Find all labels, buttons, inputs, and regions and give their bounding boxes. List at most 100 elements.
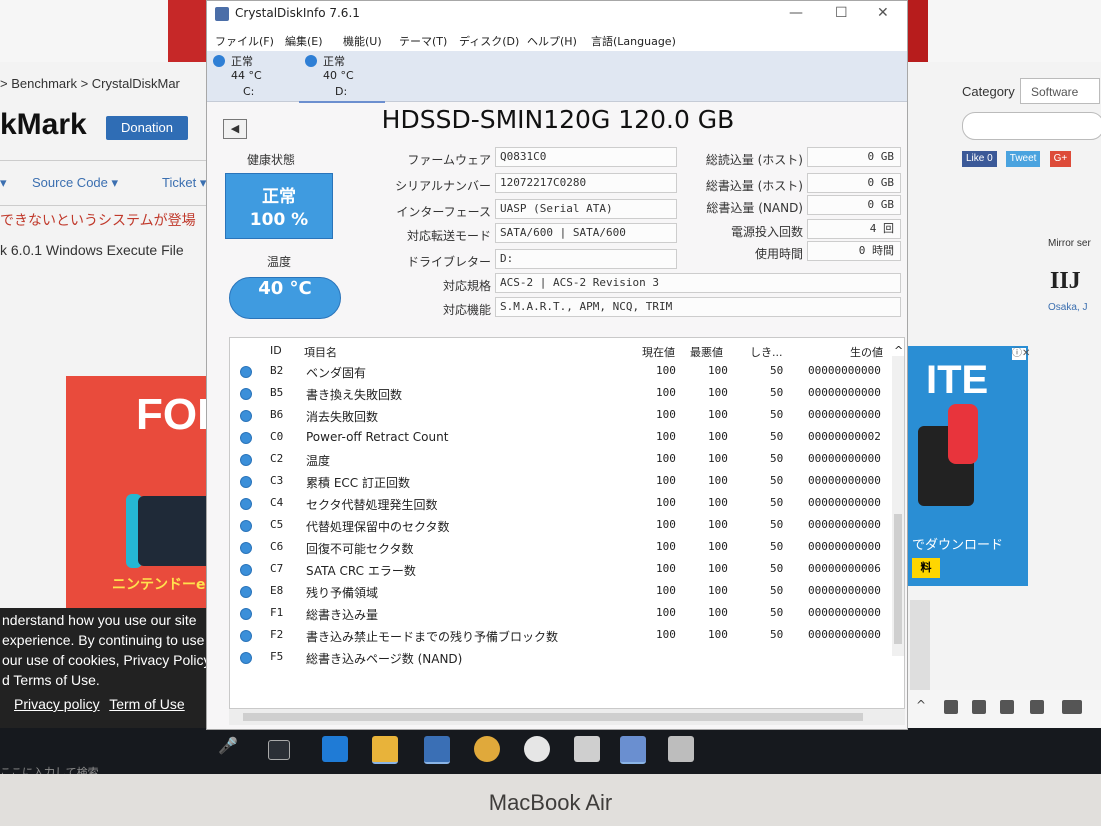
column-header-current[interactable]: 現在値 <box>642 344 675 360</box>
battery-icon[interactable] <box>944 700 958 714</box>
notice-text: できないというシステムが登場 <box>0 213 196 229</box>
volume-icon[interactable] <box>1000 700 1014 714</box>
crystaldiskmark-icon[interactable] <box>574 736 600 762</box>
gplus-button[interactable]: G+ <box>1049 151 1072 167</box>
worst-value: 100 <box>708 474 728 487</box>
pen-icon[interactable] <box>1030 700 1044 714</box>
category-select[interactable]: Software <box>1020 78 1100 104</box>
site-title[interactable]: kMark <box>0 108 87 142</box>
menu-edit[interactable]: 編集(E) <box>285 33 323 49</box>
table-row[interactable]: E8 残り予備領域 100 100 50 00000000000 <box>230 582 904 602</box>
table-row[interactable]: B5 書き換え失敗回数 100 100 50 00000000000 <box>230 384 904 404</box>
breadcrumb[interactable]: > Benchmark > CrystalDiskMar <box>0 76 180 91</box>
serial-value: 12072217C0280 <box>495 173 677 193</box>
threshold-value: 50 <box>770 496 784 509</box>
store-icon[interactable] <box>424 736 450 764</box>
raw-value: 00000000000 <box>808 606 881 619</box>
page-scrollbar[interactable] <box>910 600 930 690</box>
menu-disk[interactable]: ディスク(D) <box>459 33 519 49</box>
column-header-raw[interactable]: 生の値 <box>850 344 883 360</box>
download-link[interactable]: k 6.0.1 Windows Execute File <box>0 242 184 258</box>
attribute-name: 温度 <box>306 454 331 468</box>
task-view-icon[interactable] <box>268 740 290 760</box>
column-header-worst[interactable]: 最悪値 <box>690 344 723 360</box>
column-header-threshold[interactable]: しき... <box>750 344 783 360</box>
column-header-id[interactable]: ID <box>270 344 282 357</box>
table-row[interactable]: C4 セクタ代替処理発生回数 100 100 50 00000000000 <box>230 494 904 514</box>
menu-file[interactable]: ファイル(F) <box>215 33 274 49</box>
table-row[interactable]: C7 SATA CRC エラー数 100 100 50 00000000006 <box>230 560 904 580</box>
raw-value: 00000000000 <box>808 518 881 531</box>
minimize-button[interactable]: — <box>789 5 803 21</box>
temperature-button[interactable]: 40 °C <box>229 277 341 319</box>
chevron-up-icon[interactable]: ^ <box>916 698 930 712</box>
scrollbar-thumb[interactable] <box>243 713 863 721</box>
maximize-button[interactable]: ☐ <box>835 5 848 21</box>
threshold-value: 50 <box>770 408 784 421</box>
column-header-name[interactable]: 項目名 <box>304 344 337 360</box>
site-search-input[interactable] <box>962 112 1101 140</box>
status-good-icon <box>240 564 252 576</box>
crystaldiskinfo-icon[interactable] <box>620 736 646 764</box>
status-good-icon <box>240 432 252 444</box>
nav-ticket[interactable]: Ticket ▾ <box>162 175 206 191</box>
cookie-text: experience. By continuing to use <box>2 632 205 648</box>
file-explorer-icon[interactable] <box>372 736 398 764</box>
table-row[interactable]: C2 温度 100 100 50 00000000000 <box>230 450 904 470</box>
host-reads-value: 0 GB <box>807 147 901 167</box>
iij-logo[interactable]: IIJ <box>1050 268 1081 295</box>
ad-close-icon[interactable]: ⓘ✕ <box>1012 348 1030 360</box>
tweet-button[interactable]: Tweet <box>1005 151 1041 167</box>
attribute-id: C2 <box>270 452 284 465</box>
drive-c-button[interactable]: 正常 44 °C C: <box>207 51 293 101</box>
laptop-label: MacBook Air <box>488 790 613 815</box>
temperature-label: 温度 <box>267 255 292 269</box>
worst-value: 100 <box>708 496 728 509</box>
status-good-icon <box>305 55 317 67</box>
status-good-icon <box>240 476 252 488</box>
wifi-icon[interactable] <box>972 700 986 714</box>
table-row[interactable]: F2 書き込み禁止モードまでの残り予備ブロック数 100 100 50 000000000… <box>230 626 904 646</box>
current-value: 100 <box>656 496 676 509</box>
crystaldiskinfo-window: CrystalDiskInfo 7.6.1 — ☐ ✕ ファイル(F) 編集(E… <box>206 0 908 730</box>
nav-dropdown-icon[interactable]: ▾ <box>0 175 7 191</box>
health-status-button[interactable]: 正常 100 % <box>225 173 333 239</box>
mic-icon[interactable]: 🎤 <box>218 736 238 762</box>
table-row[interactable]: C5 代替処理保留中のセクタ数 100 100 50 00000000000 <box>230 516 904 536</box>
table-row[interactable]: B6 消去失敗回数 100 100 50 00000000000 <box>230 406 904 426</box>
menu-function[interactable]: 機能(U) <box>343 33 382 49</box>
like-button[interactable]: Like 0 <box>962 151 997 167</box>
threshold-value: 50 <box>770 518 784 531</box>
table-row[interactable]: C3 累積 ECC 訂正回数 100 100 50 00000000000 <box>230 472 904 492</box>
keyboard-icon[interactable] <box>1062 700 1082 714</box>
attribute-name: 書き込み禁止モードまでの残り予備ブロック数 <box>306 630 559 644</box>
drive-letter: D: <box>335 85 348 98</box>
menu-help[interactable]: ヘルプ(H) <box>527 33 577 49</box>
drive-letter-value: D: <box>495 249 677 269</box>
donation-button[interactable]: Donation <box>106 116 188 140</box>
worst-value: 100 <box>708 430 728 443</box>
menu-language[interactable]: 言語(Language) <box>591 33 676 49</box>
nav-source-code[interactable]: Source Code ▾ <box>32 175 118 191</box>
edge-icon[interactable] <box>322 736 348 762</box>
chrome-icon[interactable] <box>474 736 500 762</box>
close-button[interactable]: ✕ <box>877 5 889 21</box>
table-row[interactable]: F1 総書き込み量 100 100 50 00000000000 <box>230 604 904 624</box>
drive-d-button[interactable]: 正常 40 °C D: <box>299 51 385 103</box>
app-icon[interactable] <box>524 736 550 762</box>
terms-of-use-link[interactable]: Term of Use <box>109 696 184 712</box>
table-row[interactable]: B2 ベンダ固有 100 100 50 00000000000 <box>230 362 904 382</box>
mirror-label: Mirror ser <box>1048 238 1091 249</box>
menu-theme[interactable]: テーマ(T) <box>399 33 447 49</box>
app-icon[interactable] <box>668 736 694 762</box>
table-row[interactable]: C0 Power-off Retract Count 100 100 50 0000000… <box>230 428 904 448</box>
raw-value: 00000000002 <box>808 430 881 443</box>
ad-banner-right[interactable]: ITE でダウンロード 料 <box>908 346 1028 586</box>
title-bar[interactable]: CrystalDiskInfo 7.6.1 — ☐ ✕ <box>207 1 907 29</box>
privacy-policy-link[interactable]: Privacy policy <box>14 696 100 712</box>
threshold-value: 50 <box>770 452 784 465</box>
mirror-location[interactable]: Osaka, J <box>1048 302 1087 313</box>
table-row[interactable]: F5 総書き込みページ数 (NAND) <box>230 648 904 668</box>
nav-ticket-label: Ticket <box>162 175 197 190</box>
table-row[interactable]: C6 回復不可能セクタ数 100 100 50 00000000000 <box>230 538 904 558</box>
